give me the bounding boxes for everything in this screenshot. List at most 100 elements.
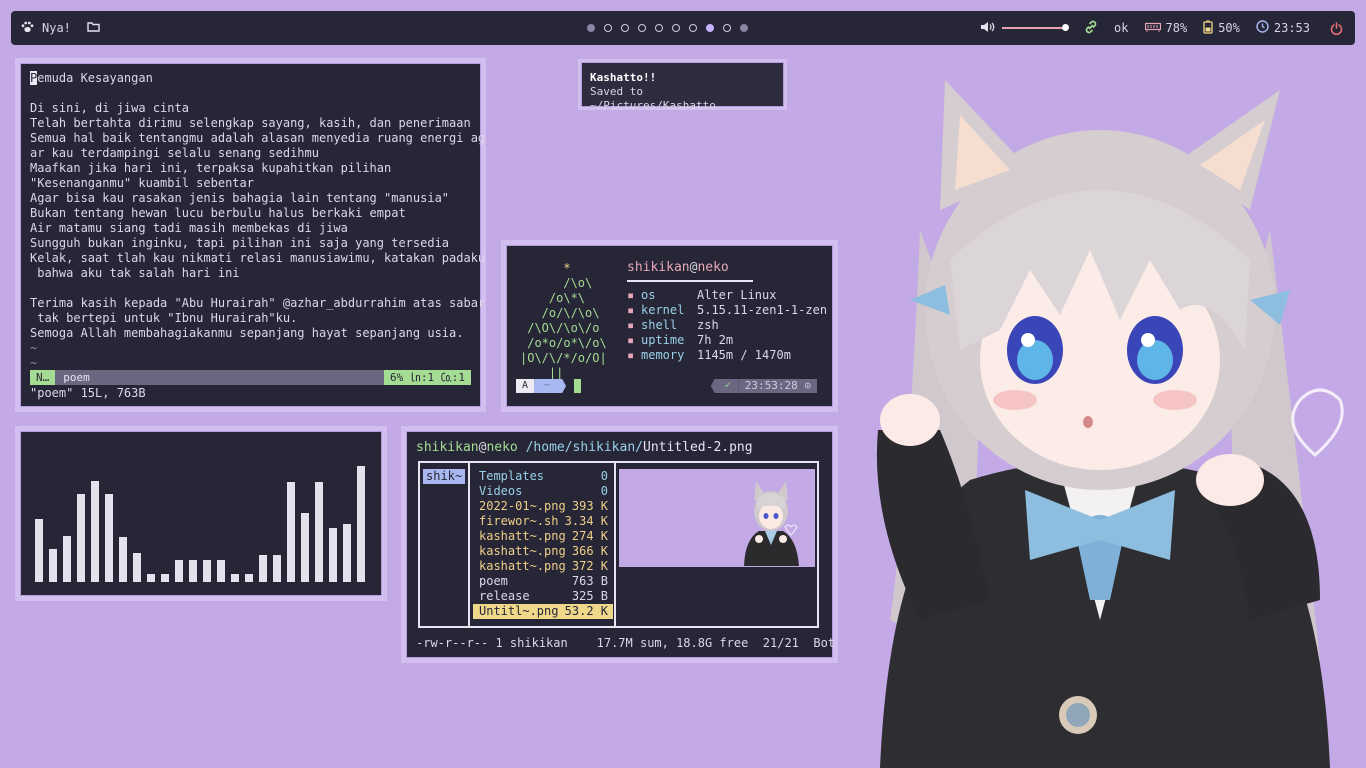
editor-line: Semoga Allah membahagiakanmu sepanjang h… — [30, 326, 464, 340]
file-row[interactable]: kashatt~.png 372 K — [472, 559, 614, 574]
fetch-row-uptime: ▪ uptime 7h 2m — [627, 333, 827, 348]
workspace-dot-5[interactable] — [655, 24, 663, 32]
tree-ascii-art: * /\o\ /o\*\ /o/\/\o\ /\O\/\o\/o /o*o/o*… — [520, 261, 607, 381]
tree-line: /o/\/\o\ — [534, 306, 600, 320]
visualizer-bar — [273, 555, 281, 582]
file-row[interactable]: release 325 B — [472, 589, 614, 604]
clock-icon — [1256, 20, 1269, 36]
file-row[interactable]: kashatt~.png 274 K — [472, 529, 614, 544]
workspace-dot-1[interactable] — [587, 24, 595, 32]
file-row-selected[interactable]: Untitl~.png 53.2 K — [473, 604, 613, 619]
file-name: release — [479, 589, 530, 603]
battery-icon — [1203, 20, 1213, 37]
file-row[interactable]: Templates 0 — [472, 469, 614, 484]
editor-line: Bukan tentang hewan lucu berbulu halus b… — [30, 206, 406, 220]
network-link-icon[interactable] — [1084, 20, 1098, 37]
fm-user: shikikan — [416, 440, 479, 455]
memory-label: 78% — [1165, 21, 1188, 35]
bullet-icon: ▪ — [627, 333, 635, 347]
file-size: 3.34 K — [564, 514, 608, 528]
file-name: poem — [479, 574, 508, 588]
editor-empty-line-marker: ~ — [30, 356, 38, 370]
visualizer-bar — [329, 528, 337, 582]
file-size: 53.2 K — [564, 604, 608, 618]
shell-prompt: A ~ — [516, 379, 582, 393]
workspace-dot-6[interactable] — [672, 24, 680, 32]
ram-icon — [1144, 21, 1161, 35]
fetch-row-os: ▪ os Alter Linux — [627, 288, 827, 303]
editor-filename: poem — [63, 371, 90, 384]
file-size: 0 — [600, 469, 608, 483]
battery-status: 50% — [1203, 20, 1240, 37]
workspace-dot-9[interactable] — [723, 24, 731, 32]
shell-right-prompt: ✓ 23:53:28 ⊙ — [710, 379, 817, 393]
fetch-key: kernel — [641, 303, 685, 317]
file-manager-window[interactable]: shikikan@neko /home/shikikan/Untitled-2.… — [401, 426, 838, 663]
preview-catgirl-image — [619, 469, 815, 567]
workspace-dot-7[interactable] — [689, 24, 697, 32]
visualizer-bar — [217, 560, 225, 582]
visualizer-bar — [357, 466, 365, 582]
editor-line: emuda Kesayangan — [37, 71, 153, 85]
visualizer-bar — [105, 494, 113, 582]
editor-line: Terima kasih kepada "Abu Hurairah" @azha… — [30, 296, 486, 310]
file-name: Templates — [479, 469, 545, 483]
file-row[interactable]: 2022-01~.png 393 K — [472, 499, 614, 514]
file-row[interactable]: poem 763 B — [472, 574, 614, 589]
volume-icon[interactable] — [980, 21, 996, 36]
bullet-icon: ▪ — [627, 288, 635, 302]
fetch-key: memory — [641, 348, 685, 362]
file-name: kashatt~.png — [479, 559, 566, 573]
terminal-cursor[interactable] — [574, 379, 582, 393]
visualizer-bar — [259, 555, 267, 582]
volume-knob[interactable] — [1062, 24, 1070, 31]
file-size: 372 K — [571, 559, 608, 573]
notification-popup[interactable]: Kashatto!! Saved to ~/Pictures/Kashatto — [578, 59, 787, 112]
visualizer-bar — [287, 482, 295, 582]
editor-buffer[interactable]: Pemuda Kesayangan Di sini, di jiwa cinta… — [30, 71, 485, 371]
fm-path: /home/shikikan/ — [525, 440, 643, 455]
folder-icon[interactable] — [87, 21, 100, 35]
fetch-key: uptime — [641, 333, 685, 347]
editor-line: Agar bisa kau rasakan jenis bahagia lain… — [30, 191, 450, 205]
visualizer-bar — [49, 549, 57, 582]
visualizer-bar — [343, 524, 351, 582]
fetch-host: neko — [697, 260, 729, 275]
workspace-dot-4[interactable] — [638, 24, 646, 32]
editor-statusline: N… poem 6% ㏑:1 ㏇:1 — [30, 370, 471, 385]
workspace-dot-3[interactable] — [621, 24, 629, 32]
visualizer-bars — [35, 452, 365, 582]
file-row[interactable]: firewor~.sh 3.34 K — [472, 514, 614, 529]
prompt-arch-segment: A — [516, 379, 535, 393]
fetch-terminal-window[interactable]: * /\o\ /o\*\ /o/\/\o\ /\O\/\o\/o /o*o/o*… — [501, 240, 838, 412]
fm-current-file: Untitled-2.png — [643, 440, 753, 455]
editor-message: "poem" 15L, 763B — [30, 386, 146, 400]
fetch-value: Alter Linux — [697, 288, 777, 302]
power-icon[interactable] — [1330, 21, 1343, 35]
volume-slider[interactable] — [1002, 24, 1070, 31]
system-info: shikikan@neko ▪ os Alter Linux ▪ kernel 5.15.… — [627, 260, 827, 363]
editor-window[interactable]: Pemuda Kesayangan Di sini, di jiwa cinta… — [15, 58, 486, 412]
editor-line: ar kau terdampingi selalu senang sedihmu — [30, 146, 319, 160]
clock[interactable]: 23:53 — [1256, 20, 1310, 36]
launcher-label[interactable]: Nya! — [42, 21, 71, 35]
file-row[interactable]: Videos 0 — [472, 484, 614, 499]
parent-dir-selected[interactable]: shik~ — [423, 469, 465, 484]
file-name: Videos — [479, 484, 523, 498]
parent-dir-pane[interactable]: shik~ — [420, 463, 470, 626]
workspace-dot-8[interactable] — [706, 24, 714, 32]
editor-line: Di sini, di jiwa cinta — [30, 101, 189, 115]
file-list-pane[interactable]: Templates 0 Videos 0 2022-01~.png 393 Kfirewo… — [472, 463, 616, 626]
paw-icon[interactable] — [21, 21, 34, 36]
visualizer-bar — [203, 560, 211, 582]
file-size: 366 K — [571, 544, 608, 558]
file-size: 274 K — [571, 529, 608, 543]
file-row[interactable]: kashatt~.png 366 K — [472, 544, 614, 559]
workspace-dot-2[interactable] — [604, 24, 612, 32]
file-manager-panes: shik~ Templates 0 Videos 0 2022-01~.png 393 K… — [418, 461, 819, 628]
fetch-value: 5.15.11-zen1-1-zen — [697, 303, 828, 317]
audio-visualizer-window[interactable] — [15, 426, 387, 601]
file-manager-header: shikikan@neko /home/shikikan/Untitled-2.… — [416, 440, 753, 455]
fetch-user-host: shikikan@neko — [627, 260, 729, 275]
workspace-dot-10[interactable] — [740, 24, 748, 32]
